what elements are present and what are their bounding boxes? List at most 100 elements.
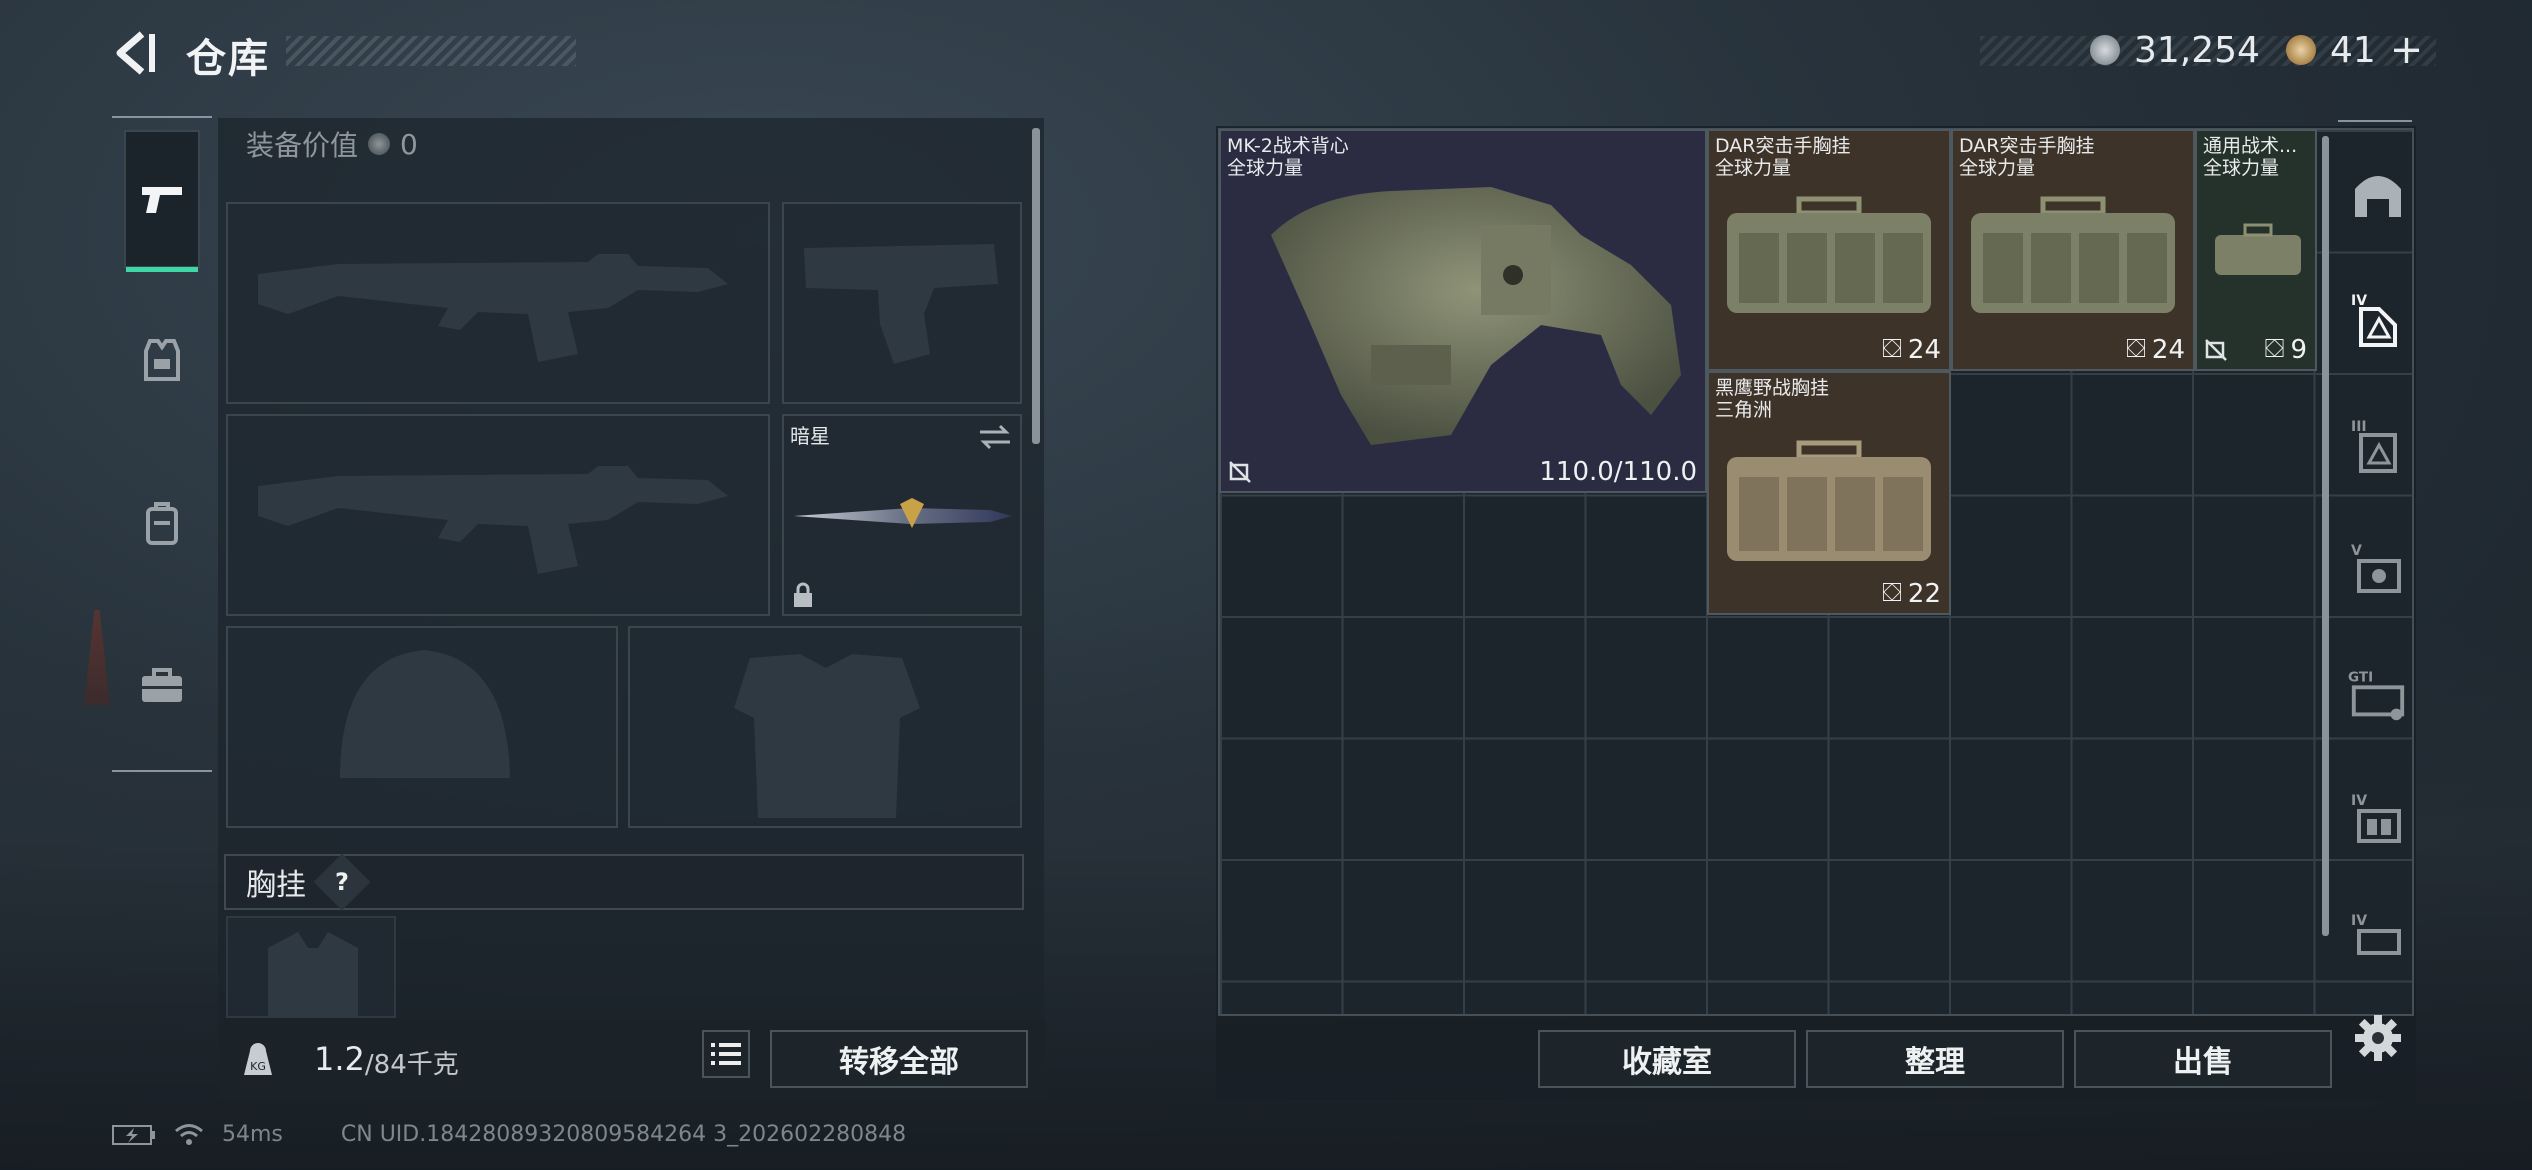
helmet-silhouette-icon <box>340 650 510 778</box>
tab-tier-iv-armor[interactable]: IV <box>2348 910 2408 970</box>
weight-current: 1.2 <box>314 1040 365 1078</box>
pistol-icon <box>142 187 182 213</box>
status-bar: 54ms CN UID.18428089320809584264 3_20260… <box>112 1122 906 1147</box>
svg-text:GTI: GTI <box>2348 669 2373 685</box>
chest-rig-slot[interactable] <box>226 916 396 1018</box>
chest-rig-icon <box>1727 440 1931 561</box>
capacity-icon: ⛋ <box>1882 578 1902 608</box>
equipment-value-label: 装备价值 <box>246 129 359 162</box>
item-capacity: ⛋ 24 <box>1882 334 1941 365</box>
weight-max: /84千克 <box>364 1049 459 1080</box>
list-icon <box>711 1043 741 1065</box>
toolbox-icon <box>142 668 182 702</box>
secondary-weapon-slot[interactable] <box>782 202 1022 404</box>
ping-value: 54ms <box>222 1122 283 1147</box>
primary-weapon-slot[interactable] <box>226 202 770 404</box>
list-view-button[interactable] <box>702 1030 750 1078</box>
storage-scrollbar[interactable] <box>2322 136 2329 936</box>
item-name-label: 通用战术... 全球力量 <box>2203 135 2297 179</box>
sort-button[interactable]: 整理 <box>1806 1030 2064 1088</box>
storage-item-generic-rig[interactable]: 通用战术... 全球力量 ⛋ 9 <box>2195 129 2317 371</box>
transfer-all-button[interactable]: 转移全部 <box>770 1030 1028 1088</box>
item-origin: 三角洲 <box>1715 399 1773 421</box>
melee-name: 暗星 <box>790 424 830 448</box>
lock-icon <box>794 582 812 607</box>
tab-storage[interactable] <box>2348 164 2408 224</box>
rifle-silhouette-icon <box>258 254 728 362</box>
item-name-label: 黑鹰野战胸挂 三角洲 <box>1715 377 1829 421</box>
page-title: 仓库 <box>186 36 270 82</box>
equipment-scrollbar[interactable] <box>1032 128 1040 444</box>
sell-button[interactable]: 出售 <box>2074 1030 2332 1088</box>
item-name: 通用战术... <box>2203 135 2298 157</box>
item-capacity: ⛋ 9 <box>2265 334 2307 365</box>
chest-rig-icon <box>1727 196 1931 313</box>
item-name: MK-2战术背心 <box>1227 135 1349 157</box>
item-origin: 全球力量 <box>2203 157 2280 179</box>
svg-text:KG: KG <box>250 1060 266 1073</box>
back-arrow-icon <box>116 31 155 75</box>
tab-weapons[interactable] <box>124 130 200 272</box>
item-origin: 全球力量 <box>1959 157 2036 179</box>
back-button[interactable] <box>112 30 158 76</box>
armor-slot[interactable] <box>628 626 1022 828</box>
item-capacity: ⛋ 22 <box>1882 578 1941 609</box>
tab-tier-iii-vest[interactable]: III <box>2348 416 2408 476</box>
item-count: 24 <box>1907 334 1941 365</box>
primary-weapon-slot-2[interactable] <box>226 414 770 616</box>
title-hatch-decoration <box>286 36 576 66</box>
item-name-label: DAR突击手胸挂 全球力量 <box>1715 135 1851 179</box>
no-repair-icon <box>2205 339 2227 361</box>
capacity-icon: ⛋ <box>1882 334 1902 364</box>
svg-text:V: V <box>2351 543 2362 559</box>
add-currency-button[interactable]: + <box>2390 27 2424 73</box>
chest-rig-section-header: 胸挂 ? <box>224 853 1024 911</box>
tab-gti-case[interactable]: GTI <box>2348 666 2408 726</box>
item-count: 22 <box>1907 578 1941 609</box>
weight-icon: KG <box>244 1043 272 1075</box>
item-name-label: DAR突击手胸挂 全球力量 <box>1959 135 2095 179</box>
silver-coin-icon <box>368 133 391 155</box>
tab-armor[interactable] <box>124 292 200 430</box>
storage-category-tabs: IV III V GTI IV IV <box>2330 120 2420 1020</box>
battery-icon <box>112 1124 155 1145</box>
silver-currency-value: 31,254 <box>2134 29 2260 71</box>
swap-icon[interactable] <box>978 424 1012 450</box>
gold-coin-icon <box>2285 35 2316 65</box>
tactical-vest-icon <box>1271 187 1681 445</box>
backpack-icon <box>146 502 178 545</box>
tab-tier-iv-vest[interactable]: IV <box>2348 290 2408 350</box>
gold-currency-value: 41 <box>2329 29 2376 71</box>
tier-iv-armor-icon: IV <box>2351 913 2401 955</box>
tab-backpack[interactable] <box>124 454 200 592</box>
silver-coin-icon <box>2090 35 2120 65</box>
storage-item-dar-rig-2[interactable]: DAR突击手胸挂 全球力量 ⛋ 24 <box>1951 129 2195 371</box>
tier-iv-vest-icon: IV <box>2351 293 2397 347</box>
chest-rig-silhouette-icon <box>268 932 358 1018</box>
helmet-slot[interactable] <box>226 626 618 828</box>
item-count: 24 <box>2151 334 2185 365</box>
tab-tier-v-helmet[interactable]: V <box>2348 540 2408 600</box>
item-count: 9 <box>2290 334 2307 365</box>
item-name-label: MK-2战术背心 全球力量 <box>1227 135 1349 179</box>
storage-item-mk2-vest[interactable]: MK-2战术背心 全球力量 110.0/110.0 <box>1219 129 1707 493</box>
settings-button[interactable] <box>2348 1008 2408 1068</box>
tier-iv-rig-icon: IV <box>2351 793 2401 843</box>
item-name: DAR突击手胸挂 <box>1959 135 2095 157</box>
tab-tools[interactable] <box>124 616 200 754</box>
equipment-value-amount: 0 <box>400 127 418 161</box>
svg-text:IV: IV <box>2351 793 2367 809</box>
tier-iii-vest-icon: III <box>2351 419 2397 473</box>
help-button[interactable]: ? <box>313 853 371 911</box>
currency-bar: 31,254 41 + <box>2090 27 2424 73</box>
armor-silhouette-icon <box>734 654 920 818</box>
equipment-value: 装备价值 0 <box>246 124 418 164</box>
storage-item-blackhawk-rig[interactable]: 黑鹰野战胸挂 三角洲 ⛋ 22 <box>1707 371 1951 615</box>
help-icon: ? <box>335 867 349 896</box>
melee-slot[interactable]: 暗星 <box>782 414 1022 616</box>
gti-case-icon: GTI <box>2348 669 2405 721</box>
storage-item-dar-rig-1[interactable]: DAR突击手胸挂 全球力量 ⛋ 24 <box>1707 129 1951 371</box>
collection-room-button[interactable]: 收藏室 <box>1538 1030 1796 1088</box>
tab-tier-iv-rig[interactable]: IV <box>2348 790 2408 850</box>
knife-icon <box>794 498 1012 528</box>
